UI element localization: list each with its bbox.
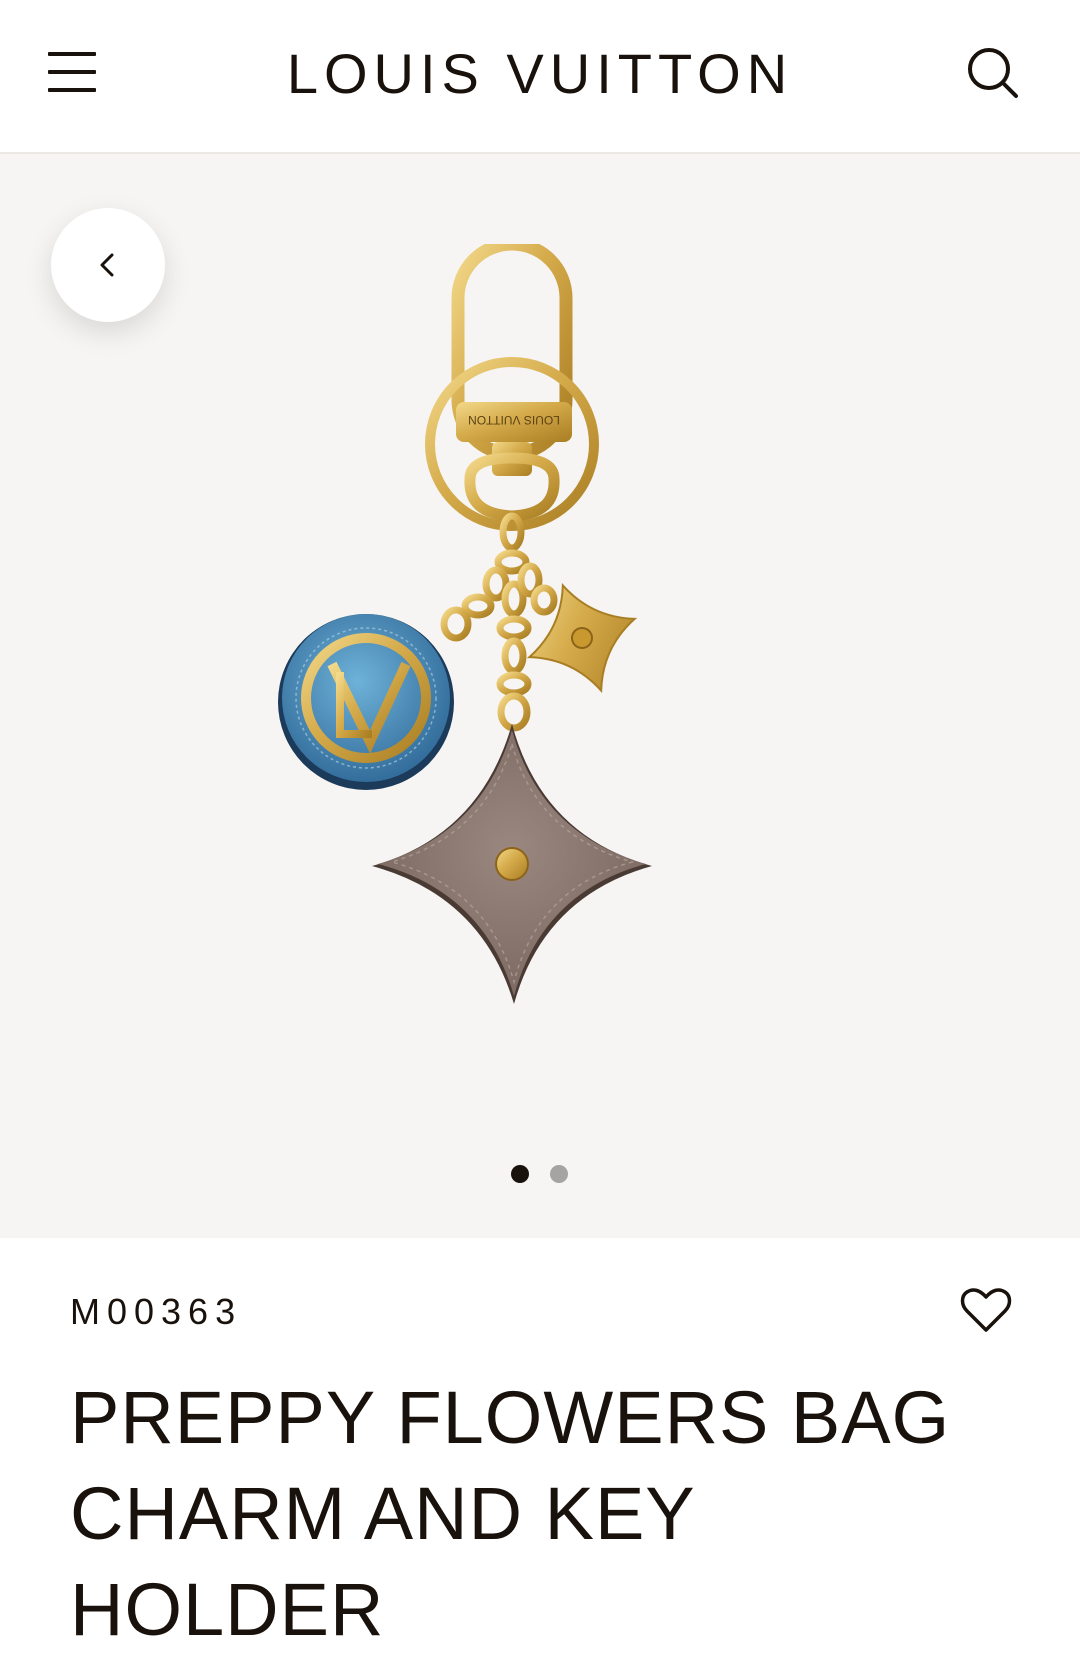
- top-header: LOUIS VUITTON: [0, 0, 1080, 154]
- pagination-dot-active[interactable]: [511, 1165, 529, 1183]
- product-title: PREPPY FLOWERS BAG CHARM AND KEY HOLDER: [70, 1376, 951, 1651]
- heart-outline-icon[interactable]: [958, 1283, 1014, 1339]
- clasp-plate-text: LOUIS VUITTON: [468, 413, 560, 427]
- hamburger-menu-icon[interactable]: [40, 40, 104, 104]
- menu-line: [48, 88, 96, 92]
- product-sku: M00363: [70, 1291, 243, 1332]
- chevron-left-icon: [100, 253, 114, 277]
- gallery-pagination: [0, 1162, 1080, 1186]
- brand-logo[interactable]: LOUIS VUITTON: [240, 38, 840, 110]
- pagination-dot[interactable]: [550, 1165, 568, 1183]
- bag-charm-product-image: LOUIS VUITTON: [278, 244, 652, 1004]
- menu-line: [48, 52, 96, 56]
- search-icon[interactable]: [964, 44, 1024, 104]
- menu-line: [48, 70, 96, 74]
- product-gallery[interactable]: LOUIS VUITTON: [0, 154, 1080, 1238]
- previous-image-button[interactable]: [51, 208, 165, 322]
